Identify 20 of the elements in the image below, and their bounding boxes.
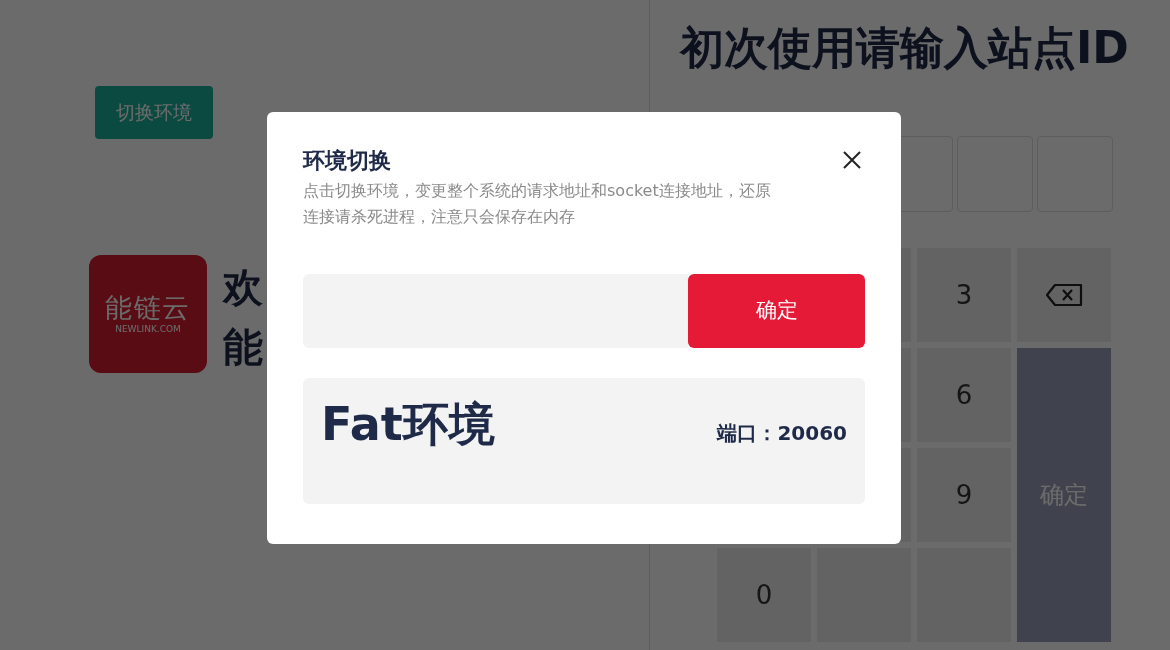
address-input-field[interactable] <box>303 274 688 348</box>
close-icon <box>842 150 862 170</box>
welcome-text: 能 <box>223 323 263 372</box>
page-title: 初次使用请输入站点ID <box>680 21 1130 75</box>
backspace-key[interactable] <box>1017 248 1111 342</box>
keypad-key[interactable]: 0 <box>717 548 811 642</box>
port-text: 端口：20060 <box>717 420 847 447</box>
keypad-key[interactable]: 3 <box>917 248 1011 342</box>
dialog-title: 环境切换 <box>303 147 391 175</box>
dialog-confirm-button[interactable]: 确定 <box>688 274 865 348</box>
keypad-key[interactable]: 9 <box>917 448 1011 542</box>
dialog-description: 点击切换环境，变更整个系统的请求地址和socket连接地址，还原连接请杀死进程，注意只会保存在内存 <box>303 180 772 228</box>
switch-environment-button[interactable]: 切换环境 <box>95 86 213 139</box>
keypad-key[interactable]: 6 <box>917 348 1011 442</box>
logo-name: 能链云 <box>105 294 191 321</box>
environment-card[interactable]: Fat环境 端口：20060 <box>303 378 865 504</box>
backspace-icon <box>1045 283 1083 307</box>
logo-domain: NEWLINK.COM <box>115 325 181 334</box>
welcome-text: 欢 <box>223 263 263 312</box>
environment-name: Fat环境 <box>321 396 495 453</box>
